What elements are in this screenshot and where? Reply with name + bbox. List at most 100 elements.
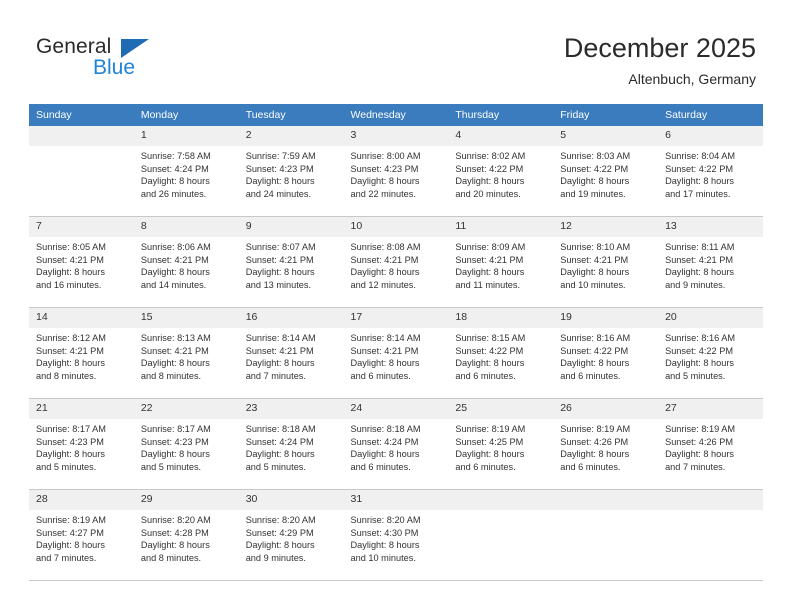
calendar-day-cell[interactable]: 31 Sunrise: 8:20 AM Sunset: 4:30 PM Dayligh… xyxy=(343,489,449,581)
calendar-header-row: Sunday Monday Tuesday Wednesday Thursday Frid… xyxy=(29,104,763,126)
calendar-day-cell[interactable]: 28 Sunrise: 8:19 AM Sunset: 4:27 PM Dayligh… xyxy=(29,489,134,581)
day-number: 25 xyxy=(448,399,554,419)
calendar-day-cell[interactable]: 1 Sunrise: 7:58 AM Sunset: 4:24 PM Daylight… xyxy=(133,126,239,217)
calendar-day-cell[interactable]: 12 Sunrise: 8:10 AM Sunset: 4:21 PM Dayligh… xyxy=(553,216,659,308)
sunset-text: Sunset: 4:23 PM xyxy=(36,436,104,447)
sunset-text: Sunset: 4:21 PM xyxy=(245,345,314,356)
calendar-day-cell[interactable]: 30 Sunrise: 8:20 AM Sunset: 4:29 PM Dayligh… xyxy=(238,489,344,581)
day-details: Sunrise: 8:14 AM Sunset: 4:21 PM Daylight:… xyxy=(239,328,344,382)
calendar-cell-empty xyxy=(658,489,763,581)
day-details: Sunrise: 8:15 AM Sunset: 4:22 PM Daylight:… xyxy=(448,328,553,382)
calendar-day-cell[interactable]: 9 Sunrise: 8:07 AM Sunset: 4:21 PM Daylight… xyxy=(238,216,344,308)
sunset-text: Sunset: 4:21 PM xyxy=(350,345,419,356)
calendar-day-cell[interactable]: 5 Sunrise: 8:03 AM Sunset: 4:22 PM Daylight… xyxy=(553,126,659,217)
calendar-day-cell[interactable]: 16 Sunrise: 8:14 AM Sunset: 4:21 PM Dayligh… xyxy=(238,307,344,399)
sunset-text: Sunset: 4:21 PM xyxy=(36,345,104,356)
daylight-text-cont: and 20 minutes. xyxy=(455,188,521,199)
day-details: Sunrise: 8:07 AM Sunset: 4:21 PM Daylight:… xyxy=(239,237,344,291)
daylight-text-cont: and 16 minutes. xyxy=(36,279,102,290)
day-number: 5 xyxy=(553,126,659,146)
daylight-text-cont: and 26 minutes. xyxy=(140,188,207,199)
calendar-day-cell[interactable]: 10 Sunrise: 8:08 AM Sunset: 4:21 PM Dayligh… xyxy=(343,216,449,308)
day-details: Sunrise: 8:17 AM Sunset: 4:23 PM Daylight:… xyxy=(134,419,239,473)
sunrise-text: Sunrise: 8:09 AM xyxy=(455,242,526,252)
calendar-day-cell[interactable]: 24 Sunrise: 8:18 AM Sunset: 4:24 PM Dayligh… xyxy=(343,398,449,490)
calendar-day-cell[interactable]: 2 Sunrise: 7:59 AM Sunset: 4:23 PM Daylight… xyxy=(238,126,344,217)
day-details: Sunrise: 8:10 AM Sunset: 4:21 PM Daylight:… xyxy=(553,237,658,291)
sunrise-text: Sunrise: 8:14 AM xyxy=(245,333,316,343)
sunset-text: Sunset: 4:23 PM xyxy=(350,163,419,174)
day-number: 15 xyxy=(133,308,239,328)
sunset-text: Sunset: 4:27 PM xyxy=(36,527,104,538)
calendar-day-cell[interactable]: 19 Sunrise: 8:16 AM Sunset: 4:22 PM Dayligh… xyxy=(553,307,659,399)
calendar-cell-empty xyxy=(553,489,659,581)
calendar-day-cell[interactable]: 20 Sunrise: 8:16 AM Sunset: 4:22 PM Dayligh… xyxy=(658,307,763,399)
daylight-text-cont: and 5 minutes. xyxy=(36,461,97,472)
day-number: 11 xyxy=(448,217,554,237)
daylight-text-cont: and 24 minutes. xyxy=(245,188,312,199)
sunset-text: Sunset: 4:25 PM xyxy=(455,436,524,447)
day-number: 26 xyxy=(553,399,659,419)
daylight-text: Daylight: 8 hours xyxy=(245,176,315,187)
daylight-text-cont: and 9 minutes. xyxy=(665,279,726,290)
daylight-text-cont: and 8 minutes. xyxy=(36,370,97,381)
calendar-day-cell[interactable]: 17 Sunrise: 8:14 AM Sunset: 4:21 PM Dayligh… xyxy=(343,307,449,399)
day-details: Sunrise: 7:58 AM Sunset: 4:24 PM Daylight:… xyxy=(134,146,239,200)
calendar-day-cell[interactable]: 4 Sunrise: 8:02 AM Sunset: 4:22 PM Daylight… xyxy=(448,126,554,217)
sunset-text: Sunset: 4:24 PM xyxy=(140,163,209,174)
sunset-text: Sunset: 4:22 PM xyxy=(455,163,524,174)
day-details: Sunrise: 8:17 AM Sunset: 4:23 PM Daylight:… xyxy=(29,419,134,473)
day-details: Sunrise: 7:59 AM Sunset: 4:23 PM Daylight:… xyxy=(239,146,344,200)
daylight-text-cont: and 19 minutes. xyxy=(560,188,626,199)
daylight-text: Daylight: 8 hours xyxy=(560,358,630,369)
calendar-day-cell[interactable]: 26 Sunrise: 8:19 AM Sunset: 4:26 PM Dayligh… xyxy=(553,398,659,490)
daylight-text: Daylight: 8 hours xyxy=(36,358,105,369)
sunrise-text: Sunrise: 8:14 AM xyxy=(350,333,421,343)
brand-logo[interactable]: General Blue xyxy=(36,36,216,86)
calendar-day-cell[interactable]: 18 Sunrise: 8:15 AM Sunset: 4:22 PM Dayligh… xyxy=(448,307,554,399)
daylight-text-cont: and 6 minutes. xyxy=(350,370,411,381)
sunrise-text: Sunrise: 7:59 AM xyxy=(245,151,316,161)
day-number: 22 xyxy=(133,399,239,419)
daylight-text-cont: and 13 minutes. xyxy=(245,279,312,290)
daylight-text: Daylight: 8 hours xyxy=(665,358,735,369)
sunset-text: Sunset: 4:22 PM xyxy=(665,345,733,356)
sunset-text: Sunset: 4:22 PM xyxy=(560,163,629,174)
calendar-day-cell[interactable]: 25 Sunrise: 8:19 AM Sunset: 4:25 PM Dayligh… xyxy=(448,398,554,490)
calendar-day-cell[interactable]: 29 Sunrise: 8:20 AM Sunset: 4:28 PM Dayligh… xyxy=(133,489,239,581)
calendar-day-cell[interactable]: 23 Sunrise: 8:18 AM Sunset: 4:24 PM Dayligh… xyxy=(238,398,344,490)
page-header: General Blue December 2025 Altenbuch, Ge… xyxy=(0,0,792,104)
day-number: 3 xyxy=(343,126,449,146)
daylight-text: Daylight: 8 hours xyxy=(455,267,525,278)
day-number: 4 xyxy=(448,126,554,146)
daylight-text-cont: and 14 minutes. xyxy=(140,279,207,290)
sunrise-text: Sunrise: 8:12 AM xyxy=(36,333,106,343)
daylight-text: Daylight: 8 hours xyxy=(350,176,420,187)
weekday-header-thursday: Thursday xyxy=(448,104,554,126)
sunset-text: Sunset: 4:30 PM xyxy=(350,527,419,538)
day-details: Sunrise: 8:11 AM Sunset: 4:21 PM Daylight:… xyxy=(658,237,763,291)
daylight-text-cont: and 7 minutes. xyxy=(245,370,306,381)
daylight-text: Daylight: 8 hours xyxy=(36,540,105,551)
daylight-text-cont: and 6 minutes. xyxy=(455,370,516,381)
daylight-text: Daylight: 8 hours xyxy=(245,449,315,460)
day-number: 8 xyxy=(133,217,239,237)
daylight-text: Daylight: 8 hours xyxy=(665,267,735,278)
calendar-body: 1 Sunrise: 7:58 AM Sunset: 4:24 PM Daylight… xyxy=(29,126,763,581)
day-number: 16 xyxy=(238,308,344,328)
day-details: Sunrise: 8:19 AM Sunset: 4:26 PM Daylight:… xyxy=(553,419,658,473)
daylight-text: Daylight: 8 hours xyxy=(140,540,210,551)
day-number xyxy=(553,490,659,510)
calendar-day-cell[interactable]: 21 Sunrise: 8:17 AM Sunset: 4:23 PM Dayligh… xyxy=(29,398,134,490)
calendar-day-cell[interactable]: 6 Sunrise: 8:04 AM Sunset: 4:22 PM Daylight… xyxy=(658,126,763,217)
calendar-day-cell[interactable]: 7 Sunrise: 8:05 AM Sunset: 4:21 PM Daylight… xyxy=(29,216,134,308)
calendar-day-cell[interactable]: 3 Sunrise: 8:00 AM Sunset: 4:23 PM Daylight… xyxy=(343,126,449,217)
calendar-day-cell[interactable]: 15 Sunrise: 8:13 AM Sunset: 4:21 PM Dayligh… xyxy=(133,307,239,399)
calendar-day-cell[interactable]: 13 Sunrise: 8:11 AM Sunset: 4:21 PM Dayligh… xyxy=(658,216,763,308)
calendar-day-cell[interactable]: 14 Sunrise: 8:12 AM Sunset: 4:21 PM Dayligh… xyxy=(29,307,134,399)
calendar-day-cell[interactable]: 8 Sunrise: 8:06 AM Sunset: 4:21 PM Daylight… xyxy=(133,216,239,308)
day-details: Sunrise: 8:19 AM Sunset: 4:26 PM Daylight:… xyxy=(658,419,763,473)
calendar-day-cell[interactable]: 27 Sunrise: 8:19 AM Sunset: 4:26 PM Dayligh… xyxy=(658,398,763,490)
calendar-day-cell[interactable]: 11 Sunrise: 8:09 AM Sunset: 4:21 PM Dayligh… xyxy=(448,216,554,308)
calendar-day-cell[interactable]: 22 Sunrise: 8:17 AM Sunset: 4:23 PM Dayligh… xyxy=(133,398,239,490)
